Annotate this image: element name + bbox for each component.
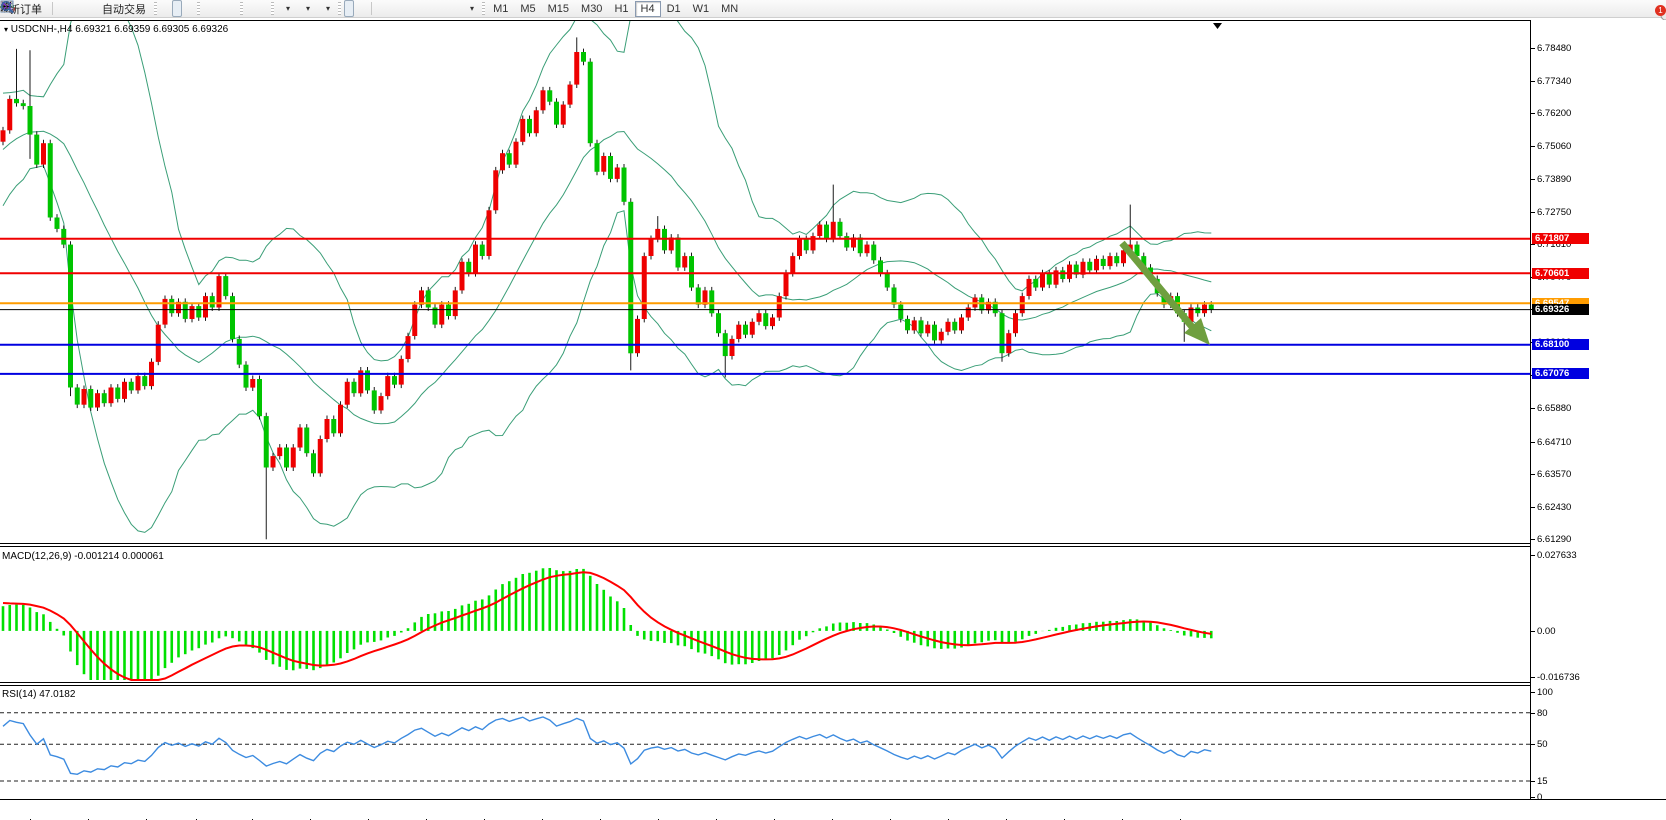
price-tick: 6.76200 [1531,108,1571,119]
rsi-axis-15: 15 [1531,776,1548,787]
channel-tool-button[interactable]: E [413,0,423,17]
ohlc-open: 6.69321 [75,24,111,35]
vertical-line-tool-button[interactable] [377,0,387,17]
rsi-axis-0: 0 [1531,792,1542,803]
candle-chart-type-button[interactable] [172,0,182,17]
price-tick: 6.78480 [1531,43,1571,54]
templates-button[interactable]: ▾ [317,0,335,17]
zoom-out-button[interactable] [215,0,225,17]
macd-main-value: -0.001214 [74,551,119,562]
timeframe-MN[interactable]: MN [715,1,744,17]
quotes-button[interactable] [58,0,68,17]
rsi-value: 47.0182 [39,689,75,700]
periods-dropdown-arrow[interactable]: ▾ [306,4,310,13]
periods-button[interactable]: ▾ [297,0,315,17]
tile-windows-button[interactable] [227,0,237,17]
macd-label: MACD(12,26,9) -0.001214 0.000061 [2,551,164,562]
arrows-dropdown-arrow[interactable]: ▾ [470,4,474,13]
bollinger-bands-layer [3,20,1211,532]
chart-canvas[interactable] [0,20,1530,820]
horizontal-line-tool-button[interactable] [389,0,399,17]
timeframe-H1[interactable]: H1 [608,1,634,17]
line-chart-type-button[interactable] [184,0,194,17]
chart-area: ▾ USDCNH-,H4 6.69321 6.69359 6.69305 6.6… [0,20,1666,820]
text-label-tool-button[interactable]: T [449,0,459,17]
rsi-layer [0,713,1530,781]
ohlc-close: 6.69326 [192,24,228,35]
level-price-label-6.67076: 6.67076 [1532,368,1589,379]
level-price-label-6.70601: 6.70601 [1532,268,1589,279]
timeframe-W1[interactable]: W1 [687,1,716,17]
bollinger-lower-band [3,166,1211,533]
symbol-collapse-icon[interactable]: ▾ [4,25,8,34]
price-tick: 6.65880 [1531,403,1571,414]
price-tick: 6.64710 [1531,437,1571,448]
autotrading-label: 自动交易 [102,1,146,17]
price-tick: 6.72750 [1531,207,1571,218]
auto-scroll-button[interactable] [246,0,256,17]
autotrading-button[interactable]: 自动交易 [94,0,151,17]
price-tick: 6.62430 [1531,502,1571,513]
price-tick: 6.63570 [1531,469,1571,480]
current-price-label: 6.69326 [1532,304,1589,315]
macd-axis-zero: 0.00 [1531,626,1556,637]
trendline-tool-button[interactable] [401,0,411,17]
price-tick: 6.61290 [1531,534,1571,545]
rsi-axis-50: 50 [1531,739,1548,750]
timeframe-M15[interactable]: M15 [542,1,575,17]
signals-button[interactable] [82,0,92,17]
rsi-line [3,717,1211,774]
timeframe-D1[interactable]: D1 [661,1,687,17]
cursor-tool-button[interactable] [344,0,354,17]
symbol-title: USDCNH-,H4 [11,24,73,35]
rsi-axis-100: 100 [1531,687,1553,698]
zoom-in-button[interactable] [203,0,213,17]
timeframe-M5[interactable]: M5 [514,1,541,17]
rsi-axis-80: 80 [1531,708,1548,719]
level-lines-layer[interactable] [0,239,1530,374]
timeframe-M1[interactable]: M1 [487,1,514,17]
ohlc-low: 6.69305 [153,24,189,35]
level-price-label-6.71807: 6.71807 [1532,233,1589,244]
trend-arrow-object[interactable] [1122,243,1210,345]
price-tick: 6.73890 [1531,174,1571,185]
price-tick: 6.77340 [1531,76,1571,87]
mt4-terminal-window: 新订单 自动交易 [0,0,1666,820]
price-axis[interactable]: 6.78480 6.77340 6.76200 6.75060 6.73890 6.727… [1531,20,1666,799]
chart-shift-button[interactable] [258,0,268,17]
text-tool-button[interactable]: A [437,0,447,17]
macd-layer [3,568,1211,680]
timeframe-H4[interactable]: H4 [635,1,661,17]
templates-dropdown-arrow[interactable]: ▾ [326,4,330,13]
symbol-info-bar: ▾ USDCNH-,H4 6.69321 6.69359 6.69305 6.6… [4,24,228,35]
notification-badge: 1 [1655,5,1666,16]
indicators-dropdown-arrow[interactable]: ▾ [286,4,290,13]
chart-window-button[interactable] [70,0,80,17]
bar-chart-type-button[interactable] [160,0,170,17]
bollinger-middle-band [3,131,1211,423]
macd-signal-line [3,572,1211,680]
indicators-button[interactable]: ▾ [277,0,295,17]
timeframe-toolbar: M1M5M15M30H1H4D1W1MN [487,1,744,17]
crosshair-tool-button[interactable] [356,0,366,17]
macd-axis-max: 0.027633 [1531,550,1577,561]
macd-signal-value: 0.000061 [122,551,164,562]
price-tick: 6.75060 [1531,141,1571,152]
rsi-label: RSI(14) 47.0182 [2,689,75,700]
level-price-label-6.68100: 6.68100 [1532,339,1589,350]
macd-axis-min: -0.016736 [1531,672,1580,683]
timeframe-M30[interactable]: M30 [575,1,608,17]
toolbar: 新订单 自动交易 [0,0,1666,18]
fibonacci-tool-button[interactable]: F [425,0,435,17]
ohlc-high: 6.69359 [114,24,150,35]
arrows-tool-button[interactable]: ▾ [461,0,479,17]
chart-shift-marker-icon[interactable] [1213,23,1222,29]
